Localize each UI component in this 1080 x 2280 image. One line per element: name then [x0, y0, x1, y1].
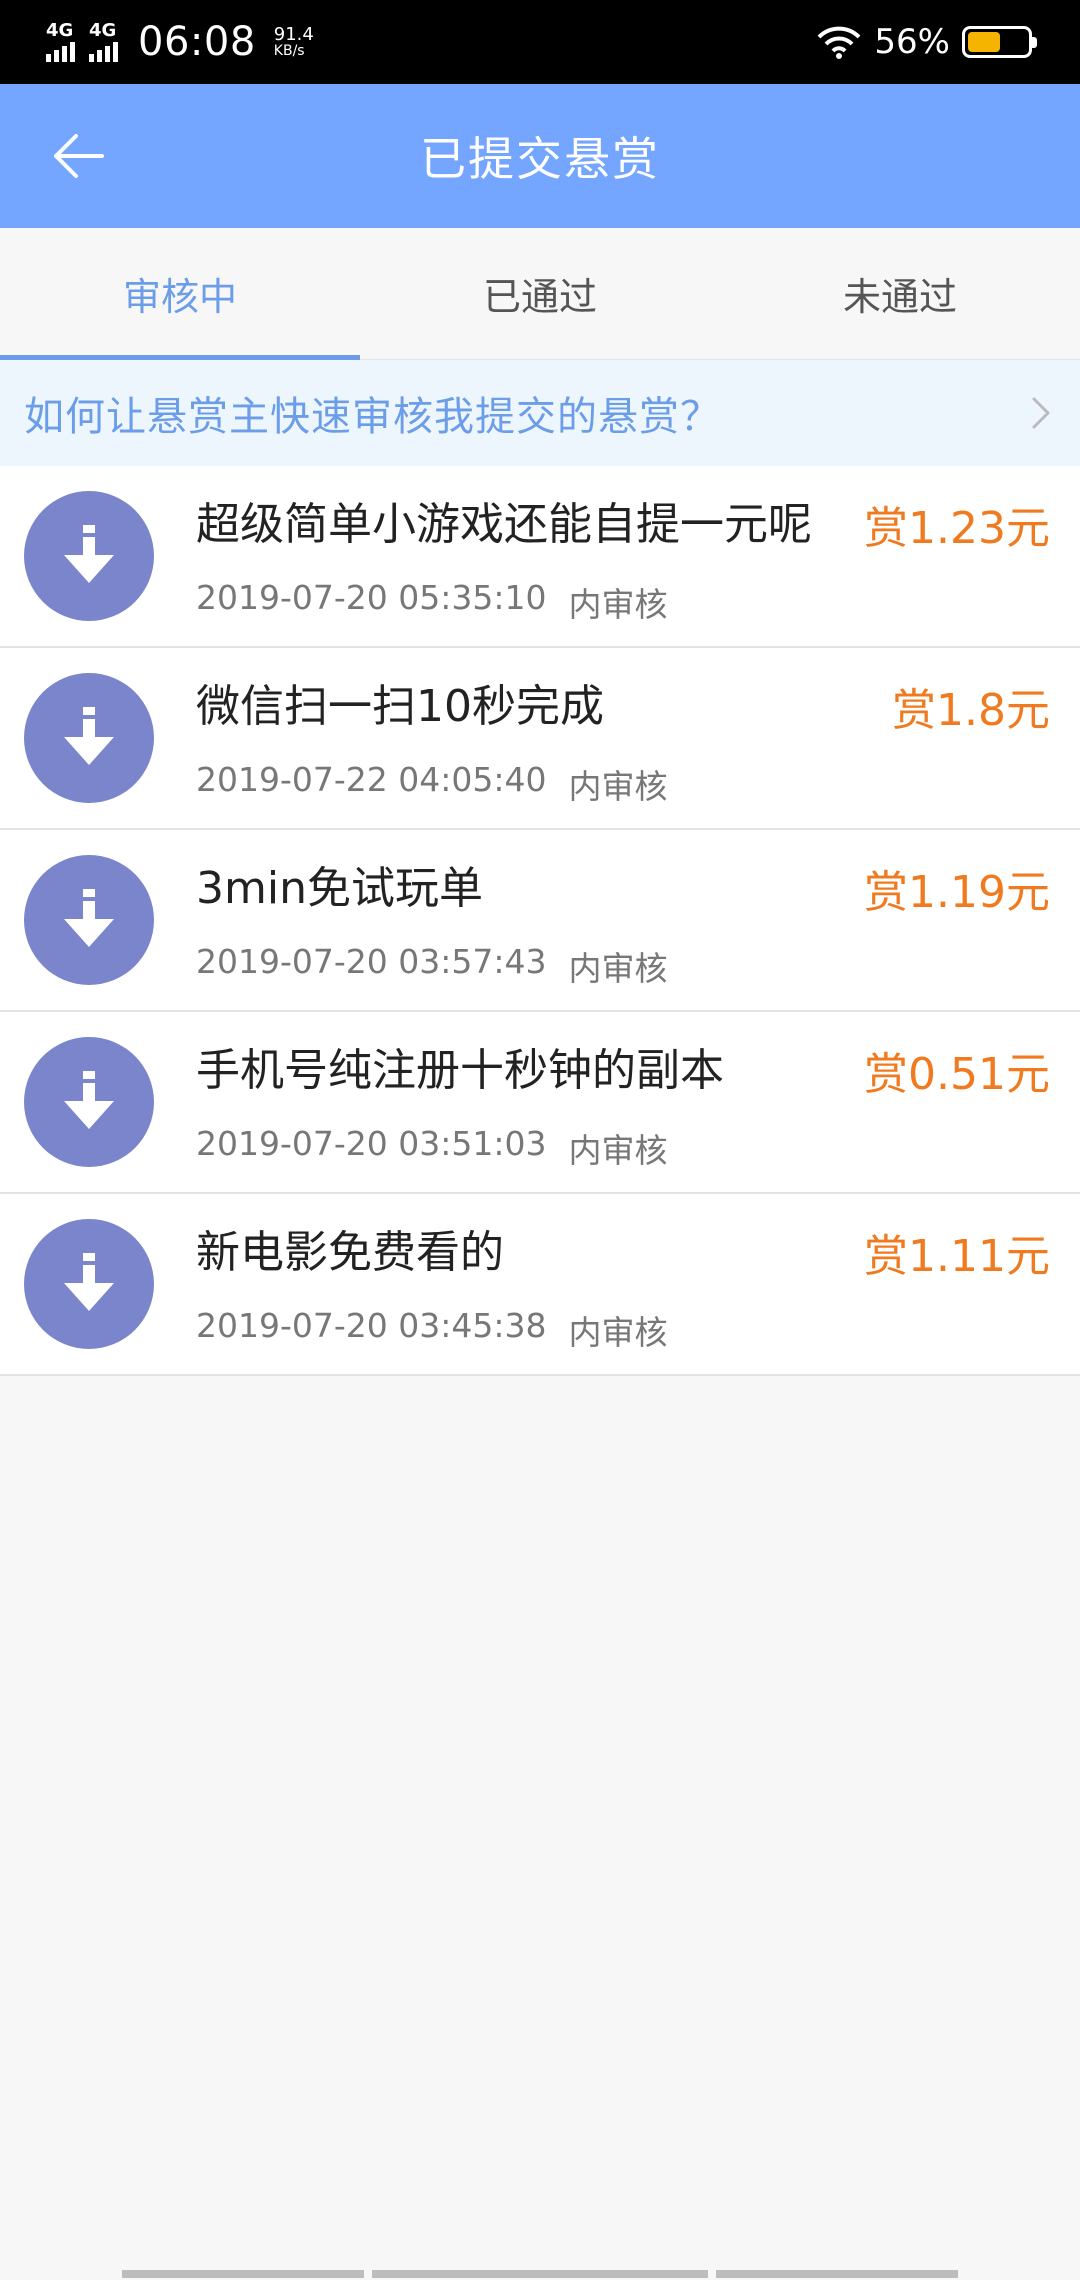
- item-title: 新电影免费看的: [196, 1227, 504, 1278]
- speed-unit: KB/s: [273, 43, 305, 59]
- list-item[interactable]: 3min免试玩单 赏1.19元 2019-07-20 03:57:43 内审核: [0, 830, 1080, 1012]
- tab-approved[interactable]: 已通过: [360, 228, 720, 359]
- item-reward: 赏0.51元: [864, 1038, 1050, 1102]
- list-item[interactable]: 微信扫一扫10秒完成 赏1.8元 2019-07-22 04:05:40 内审核: [0, 648, 1080, 830]
- signal-bars-icon: [46, 42, 75, 62]
- wifi-icon: [816, 25, 862, 59]
- page-title: 已提交悬赏: [420, 132, 660, 186]
- chevron-right-icon: [1026, 393, 1056, 433]
- battery-icon: [962, 26, 1037, 58]
- item-meta: 2019-07-20 03:51:03 内审核: [196, 1124, 667, 1172]
- status-right: 56%: [816, 22, 1037, 62]
- item-time: 2019-07-20 03:45:38: [196, 1306, 547, 1345]
- gesture-handle-center[interactable]: [372, 2270, 708, 2278]
- item-title: 微信扫一扫10秒完成: [196, 681, 604, 732]
- battery-percent: 56%: [874, 22, 950, 62]
- download-icon: [24, 855, 154, 985]
- list-item[interactable]: 手机号纯注册十秒钟的副本 赏0.51元 2019-07-20 03:51:03 …: [0, 1012, 1080, 1194]
- tab-rejected[interactable]: 未通过: [720, 228, 1080, 359]
- signal-bars-icon: [89, 42, 118, 62]
- status-left: 4G 4G 06:08 91.4 KB/s: [46, 19, 314, 65]
- item-title: 3min免试玩单: [196, 863, 483, 914]
- battery-fill: [968, 32, 1000, 52]
- help-banner[interactable]: 如何让悬赏主快速审核我提交的悬赏？: [0, 360, 1080, 466]
- tab-reviewing[interactable]: 审核中: [0, 228, 360, 360]
- item-reward: 赏1.11元: [864, 1220, 1050, 1284]
- signal-1: 4G: [46, 22, 75, 62]
- list-item[interactable]: 超级简单小游戏还能自提一元呢 赏1.23元 2019-07-20 05:35:1…: [0, 466, 1080, 648]
- item-reward: 赏1.23元: [864, 492, 1050, 556]
- network-type-1: 4G: [46, 20, 74, 41]
- speed-value: 91.4: [273, 24, 314, 45]
- arrow-left-icon: [54, 134, 104, 178]
- item-meta: 2019-07-20 03:45:38 内审核: [196, 1306, 667, 1354]
- submission-list: 超级简单小游戏还能自提一元呢 赏1.23元 2019-07-20 05:35:1…: [0, 466, 1080, 1376]
- download-icon: [24, 1219, 154, 1349]
- item-title: 超级简单小游戏还能自提一元呢: [196, 499, 812, 550]
- network-type-2: 4G: [89, 20, 117, 41]
- download-icon: [24, 491, 154, 621]
- back-button[interactable]: [42, 120, 114, 192]
- help-banner-text: 如何让悬赏主快速审核我提交的悬赏？: [24, 394, 721, 440]
- item-reward: 赏1.19元: [864, 856, 1050, 920]
- item-reward: 赏1.8元: [892, 674, 1050, 738]
- item-meta: 2019-07-20 05:35:10 内审核: [196, 578, 667, 626]
- download-icon: [24, 1037, 154, 1167]
- item-status: 内审核: [568, 767, 668, 806]
- item-title: 手机号纯注册十秒钟的副本: [196, 1045, 724, 1096]
- signal-2: 4G: [89, 22, 118, 62]
- item-status: 内审核: [568, 1313, 668, 1352]
- gesture-handle-right[interactable]: [716, 2270, 958, 2278]
- download-icon: [24, 673, 154, 803]
- gesture-bar: [0, 2270, 1080, 2280]
- item-time: 2019-07-22 04:05:40: [196, 760, 547, 799]
- item-meta: 2019-07-22 04:05:40 内审核: [196, 760, 667, 808]
- item-time: 2019-07-20 05:35:10: [196, 578, 547, 617]
- item-status: 内审核: [568, 585, 668, 624]
- item-time: 2019-07-20 03:57:43: [196, 942, 547, 981]
- title-bar: 已提交悬赏: [0, 84, 1080, 228]
- page: 4G 4G 06:08 91.4 KB/s 56% 已提交悬赏 审核中 已通过 …: [0, 0, 1080, 2280]
- list-item[interactable]: 新电影免费看的 赏1.11元 2019-07-20 03:45:38 内审核: [0, 1194, 1080, 1376]
- item-time: 2019-07-20 03:51:03: [196, 1124, 547, 1163]
- status-bar: 4G 4G 06:08 91.4 KB/s 56%: [0, 0, 1080, 84]
- item-meta: 2019-07-20 03:57:43 内审核: [196, 942, 667, 990]
- network-speed: 91.4 KB/s: [273, 24, 314, 59]
- gesture-handle-left[interactable]: [122, 2270, 364, 2278]
- tab-bar: 审核中 已通过 未通过: [0, 228, 1080, 360]
- item-status: 内审核: [568, 1131, 668, 1170]
- item-status: 内审核: [568, 949, 668, 988]
- clock: 06:08: [138, 19, 256, 65]
